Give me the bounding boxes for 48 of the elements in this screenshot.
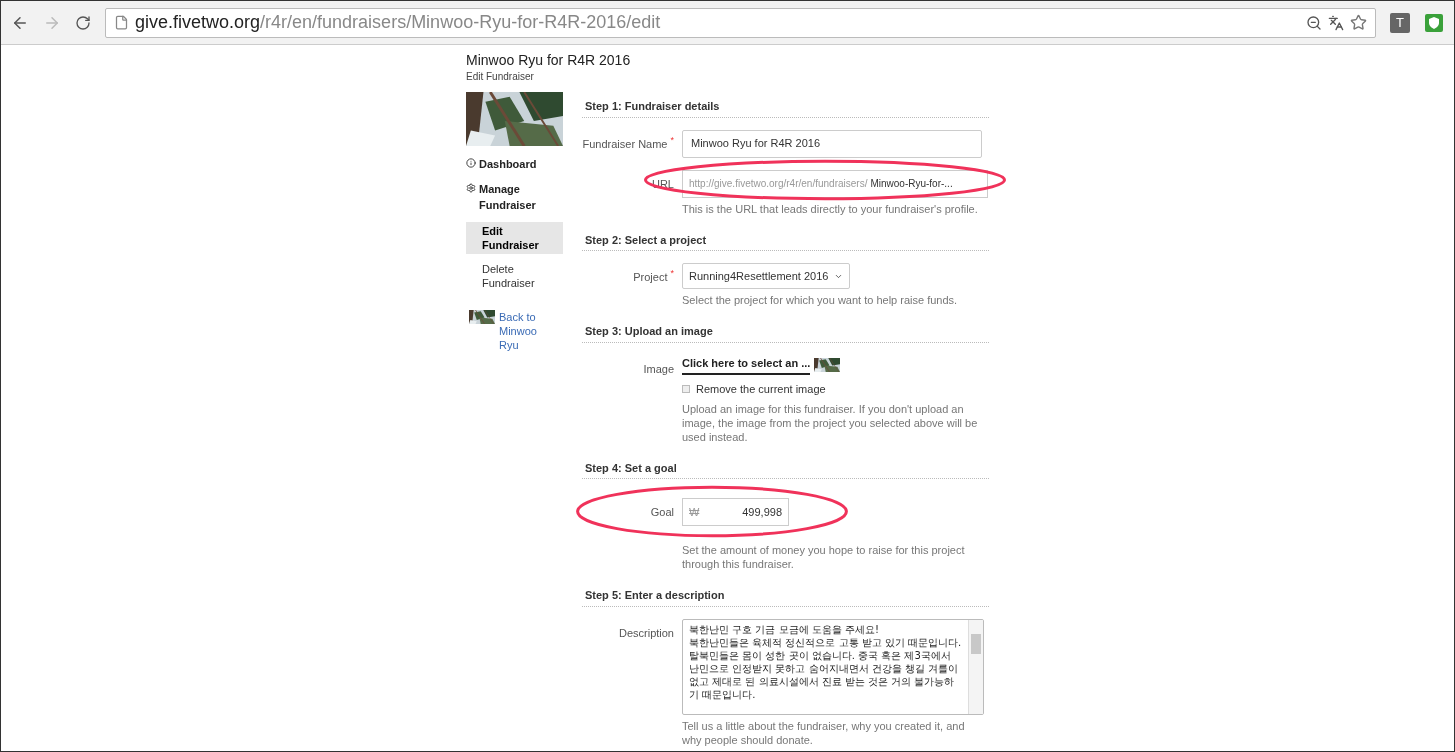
url-text: give.fivetwo.org/r4r/en/fundraisers/Minwoo-Ryu-for-R4R-2016/edit <box>135 11 661 34</box>
shield-icon[interactable] <box>1424 12 1444 33</box>
address-bar[interactable]: give.fivetwo.org/r4r/en/fundraisers/Minwoo-Ryu-for-R4R-2016/edit <box>105 7 1376 38</box>
step-heading: Step 2: Select a project <box>584 232 708 248</box>
step-heading: Step 1: Fundraiser details <box>584 99 721 114</box>
currency-symbol: ₩ <box>689 504 700 520</box>
goal-amount: 499,998 <box>742 504 782 520</box>
step-heading: Step 5: Enter a description <box>584 588 726 603</box>
page-subtitle: Edit Fundraiser <box>466 70 535 84</box>
sidebar-item[interactable]: Dashboard <box>466 156 563 173</box>
sidebar-item[interactable]: Edit Fundraiser <box>466 221 563 254</box>
help-text: Upload an image for this fundraiser. If you don't upload an image, the image from the project you selected above will be used instead. <box>682 401 979 444</box>
project-select[interactable]: Running4Resettlement 2016 <box>682 263 851 289</box>
gear-icon <box>466 182 476 193</box>
url-slug: Minwoo-Ryu-for-... <box>870 177 953 191</box>
sidebar-item[interactable]: Manage Fundraiser <box>466 180 563 214</box>
page-title: Minwoo Ryu for R4R 2016 <box>466 51 632 69</box>
field-label: Image <box>643 361 674 377</box>
description-field[interactable]: 북한난민 구호 기금 모금에 도움을 주세요! 북한난민들은 육체적 정신적으로 고통 받고 있기 때문입니다. 탈북민들은 몸이 성한 곳이 없습니다. 중국 혹은 제3국에서 난민으로 인정받지 못하고 숨어지내면서 건강을 챙길 겨를이 없고 제대로 된 의료시설에서 진료 받는 것은 거의 불가능하기 때문입니다. <box>682 618 984 715</box>
field-label: Description <box>618 625 674 641</box>
url-field[interactable]: http://give.fivetwo.org/r4r/en/fundraisers/ Minwoo-Ryu-for-... <box>682 169 988 198</box>
name-field[interactable]: Minwoo Ryu for R4R 2016 <box>682 129 982 158</box>
info-icon <box>466 158 476 168</box>
goal-field[interactable]: ₩ 499,998 <box>682 498 789 526</box>
translate-icon[interactable] <box>1328 14 1344 31</box>
star-icon[interactable] <box>1350 14 1367 31</box>
step-heading: Step 4: Set a goal <box>584 460 678 476</box>
page-icon <box>114 15 129 30</box>
field-label: Fundraiser Name <box>582 136 668 152</box>
extension-button[interactable]: T <box>1390 12 1410 33</box>
field-label: Goal <box>650 505 674 520</box>
zoom-out-icon[interactable] <box>1306 14 1322 31</box>
checkbox[interactable] <box>682 385 690 394</box>
help-text: Tell us a little about the fundraiser, why you created it, and why people should donate. <box>682 718 966 747</box>
sidebar-item[interactable]: Delete Fundraiser <box>466 259 563 292</box>
scrollbar[interactable] <box>968 619 983 714</box>
help-text: Set the amount of money you hope to raise for this project through this fundraiser. <box>682 543 966 571</box>
reload-icon[interactable] <box>75 14 91 31</box>
url-prefix: http://give.fivetwo.org/r4r/en/fundraisers/ <box>689 177 868 191</box>
checkbox-label: Remove the current image <box>696 382 826 397</box>
required-mark: * <box>670 269 674 278</box>
help-text: This is the URL that leads directly to your fundraiser's profile. <box>682 201 979 216</box>
step-heading: Step 3: Upload an image <box>584 324 714 339</box>
required-mark: * <box>670 135 674 145</box>
image-upload-button[interactable]: Click here to select an ... <box>682 354 811 375</box>
help-text: Select the project for which you want to help raise funds. <box>682 293 959 307</box>
back-link[interactable]: Back to Minwoo Ryu <box>499 309 559 352</box>
field-label: Project <box>633 270 668 285</box>
